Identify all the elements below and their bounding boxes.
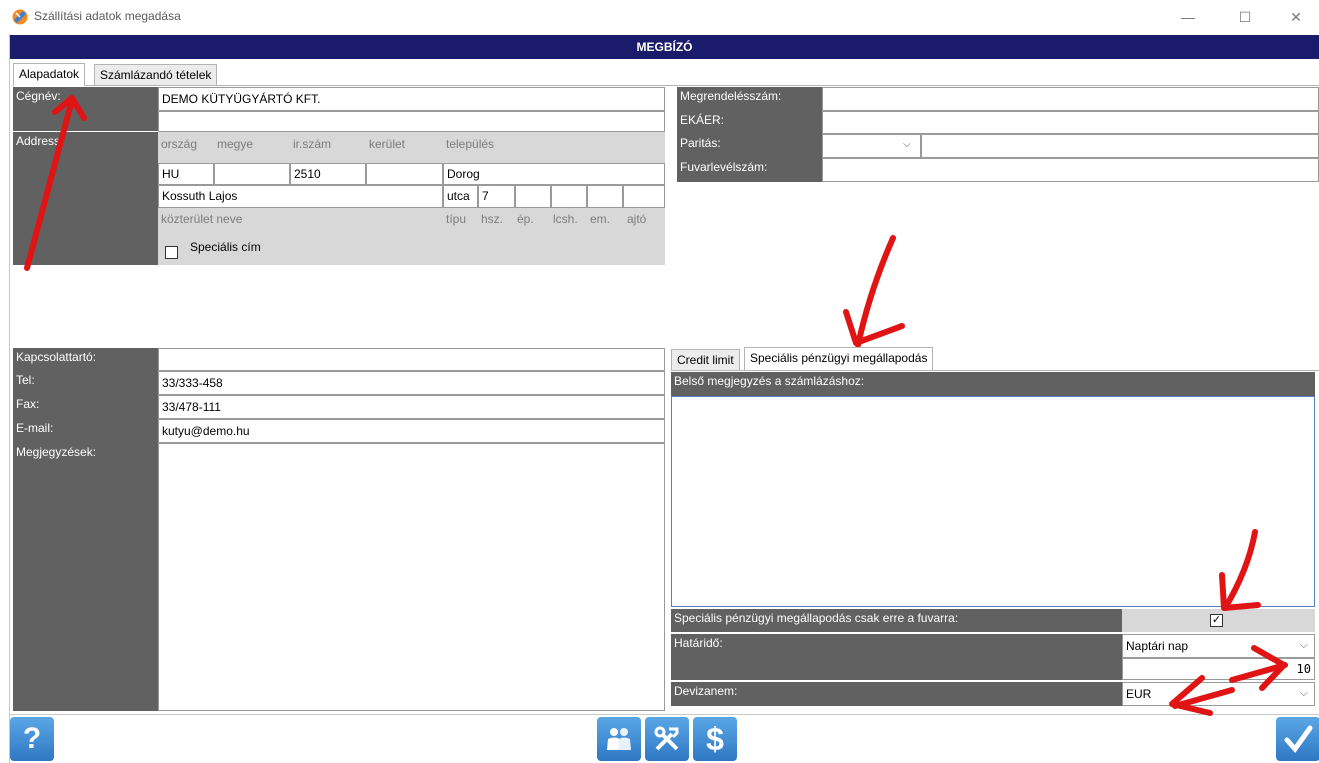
arrow-to-alapadatok-tab xyxy=(24,95,87,271)
annotation-arrows xyxy=(24,95,1288,716)
arrow-to-deadline-days xyxy=(1229,645,1288,691)
arrow-to-special-only-checkbox xyxy=(1219,529,1261,611)
tab-special-finance[interactable]: Speciális pénzügyi megállapodás xyxy=(744,347,934,370)
tab-alapadatok[interactable]: Alapadatok xyxy=(13,63,86,86)
arrow-to-currency xyxy=(1169,675,1235,716)
arrow-to-special-finance-tab xyxy=(843,235,905,348)
